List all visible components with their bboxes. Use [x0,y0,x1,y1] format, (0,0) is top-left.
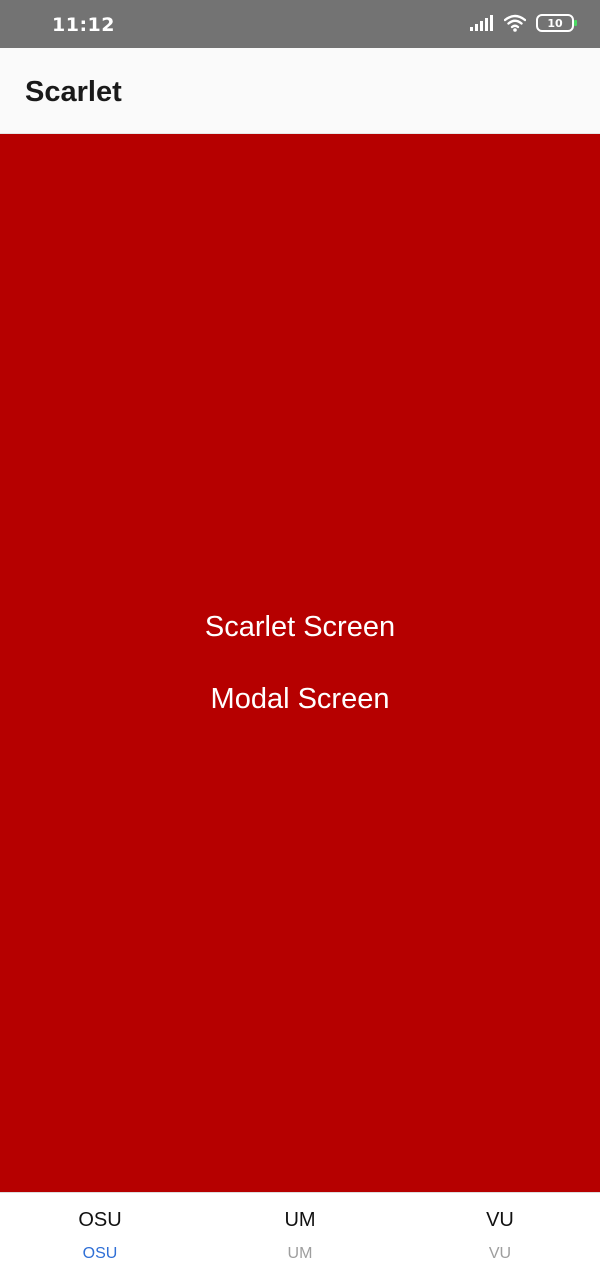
tab-vu-title: VU [486,1209,514,1231]
modal-screen-link[interactable]: Modal Screen [0,683,600,716]
bottom-tab-bar: OSU OSU UM UM VU VU [0,1192,600,1267]
signal-icon [470,15,493,31]
status-bar: 11:12 10 [0,0,600,48]
battery-level: 10 [547,16,563,30]
tab-um[interactable]: UM UM [200,1193,400,1267]
tab-osu-label: OSU [82,1245,118,1262]
scarlet-screen-link[interactable]: Scarlet Screen [0,611,600,644]
wifi-icon [504,14,526,32]
status-icons: 10 [470,14,577,32]
page-title: Scarlet [25,76,122,108]
battery-icon: 10 [536,14,577,32]
tab-um-title: UM [284,1209,316,1231]
app-header: Scarlet [0,48,600,134]
status-time: 11:12 [52,14,115,36]
scarlet-screen: Scarlet Screen Modal Screen [0,134,600,1192]
tab-osu[interactable]: OSU OSU [0,1193,200,1267]
tab-vu[interactable]: VU VU [400,1193,600,1267]
tab-vu-label: VU [488,1245,512,1262]
tab-um-label: UM [287,1245,313,1262]
tab-osu-title: OSU [78,1209,122,1231]
